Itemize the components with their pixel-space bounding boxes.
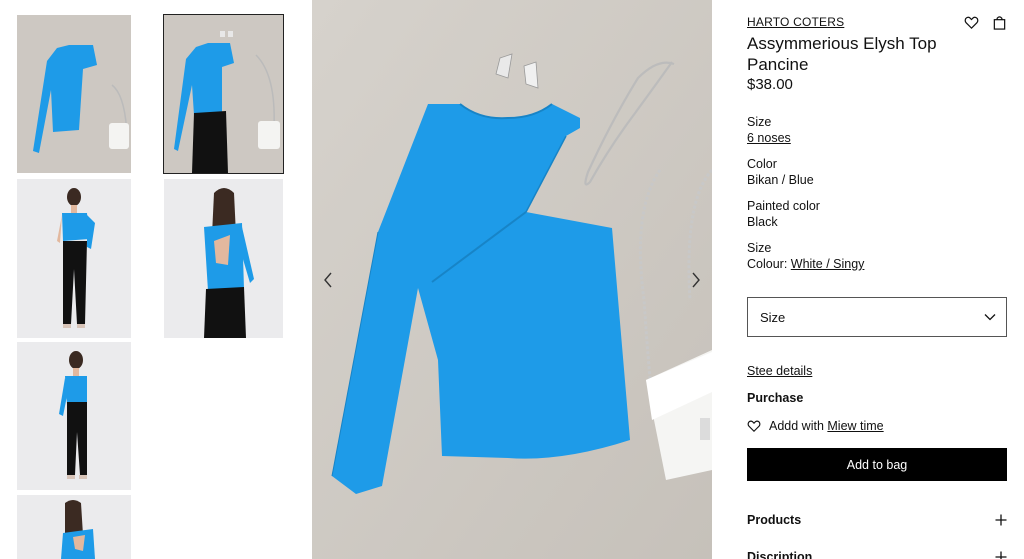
accordion-description[interactable]: Discription xyxy=(747,550,1007,559)
size-select-label: Size xyxy=(760,309,786,325)
prev-image-button[interactable] xyxy=(316,268,340,292)
shopping-bag-icon xyxy=(993,15,1005,30)
accordion-description-label: Discription xyxy=(747,550,813,559)
size-select[interactable]: Size xyxy=(747,297,1007,337)
see-details-link[interactable]: Stee details xyxy=(747,364,812,378)
next-image-button[interactable] xyxy=(684,268,708,292)
thumbnail-flatlay[interactable] xyxy=(17,15,131,173)
main-product-image xyxy=(312,0,712,559)
accordion-products[interactable]: Products xyxy=(747,513,1007,527)
wish-text: Addd with Miew time xyxy=(769,419,884,433)
thumbnail-model-side[interactable] xyxy=(17,342,131,490)
wish-link[interactable]: Miew time xyxy=(827,419,883,433)
thumbnail-model-back-crop[interactable] xyxy=(17,495,131,559)
add-to-bag-button[interactable]: Add to bag xyxy=(747,448,1007,481)
product-info-panel: HARTO COTERS Assymmerious Elysh Top Panc… xyxy=(747,0,1007,559)
spec-size-value[interactable]: 6 noses xyxy=(747,131,791,145)
thumbnail-outfit-flatlay[interactable] xyxy=(163,14,284,174)
product-page: HARTO COTERS Assymmerious Elysh Top Panc… xyxy=(0,0,1024,559)
thumbnail-model-back[interactable] xyxy=(164,179,283,338)
plus-icon xyxy=(995,551,1007,559)
wish-prefix: Addd with xyxy=(769,419,828,433)
heart-icon xyxy=(964,16,978,29)
brand-link[interactable]: HARTO COTERS xyxy=(747,15,844,29)
chevron-right-icon xyxy=(692,272,700,288)
spec-colour-link[interactable]: White / Singy xyxy=(791,257,865,271)
plus-icon xyxy=(995,514,1007,526)
spec-color-value: Bikan / Blue xyxy=(747,173,814,187)
bag-button[interactable] xyxy=(991,14,1007,30)
thumbnail-model-front[interactable] xyxy=(17,179,131,338)
spec-colour-prefix: Colour: xyxy=(747,257,791,271)
spec-color-label: Color xyxy=(747,157,777,171)
spec-painted-color-value: Black xyxy=(747,215,778,229)
product-title: Assymmerious Elysh Top Pancine xyxy=(747,34,937,74)
spec-colour-row: Colour: White / Singy xyxy=(747,257,864,271)
spec-painted-color-label: Painted color xyxy=(747,199,820,213)
add-to-wishlist-row: Addd with Miew time xyxy=(747,419,884,433)
spec-size-label: Size xyxy=(747,115,772,129)
product-price: $38.00 xyxy=(747,76,793,93)
spec-size2-label: Size xyxy=(747,241,772,255)
header-actions xyxy=(963,14,1007,30)
chevron-left-icon xyxy=(324,272,332,288)
wishlist-button[interactable] xyxy=(963,14,979,30)
accordion-products-label: Products xyxy=(747,513,802,527)
purchase-heading: Purchase xyxy=(747,391,804,405)
chevron-down-icon xyxy=(984,314,996,321)
heart-icon[interactable] xyxy=(747,419,761,433)
